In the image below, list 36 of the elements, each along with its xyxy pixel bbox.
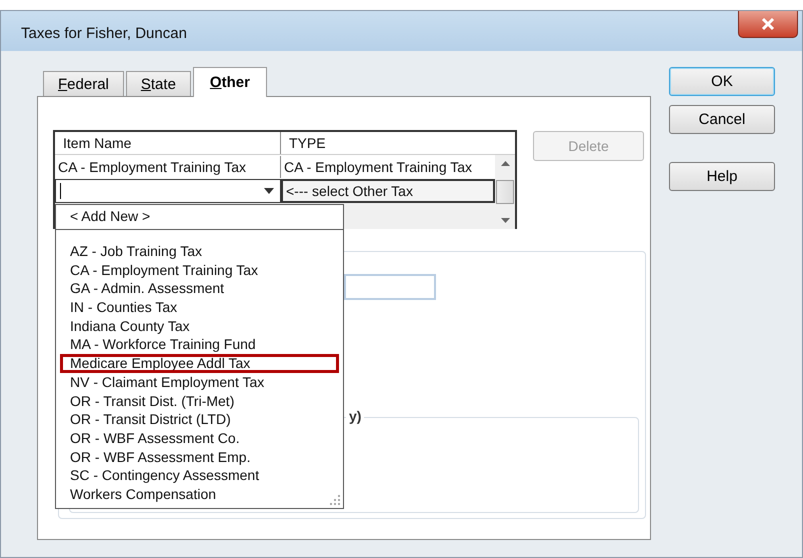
resize-grip-icon	[330, 495, 340, 505]
tab[interactable]: Other	[192, 67, 267, 97]
scroll-bar[interactable]	[495, 155, 515, 229]
window-title: Taxes for Fisher, Duncan	[21, 24, 187, 42]
scroll-down-icon	[500, 218, 510, 223]
dialog-button[interactable]: Help	[669, 162, 775, 191]
dropdown-option[interactable]: AZ - Job Training Tax	[56, 242, 343, 261]
dialog-button[interactable]: OK	[669, 67, 775, 96]
dropdown-option[interactable]: Medicare Employee Addl Tax	[60, 354, 339, 373]
dropdown-option[interactable]: IN - Counties Tax	[56, 298, 343, 317]
close-button[interactable]	[738, 11, 798, 38]
table-cell: CA - Employment Training Tax	[55, 156, 281, 178]
dropdown-option[interactable]: Indiana County Tax	[56, 316, 343, 336]
close-icon	[760, 17, 776, 31]
dropdown-option[interactable]: OR - WBF Assessment Emp.	[56, 448, 343, 466]
table-cell: <--- select Other Tax	[281, 179, 495, 203]
group-legend: y)	[346, 408, 364, 424]
tab[interactable]: State	[126, 71, 191, 96]
column-header: Item Name	[55, 132, 281, 154]
dropdown-option[interactable]: OR - WBF Assessment Co.	[56, 428, 343, 448]
dropdown-option[interactable]: Workers Compensation	[56, 484, 343, 504]
dropdown-option[interactable]: NV - Claimant Employment Tax	[56, 372, 343, 392]
dropdown-option[interactable]: SC - Contingency Assessment	[56, 466, 343, 485]
dropdown-option[interactable]: GA - Admin. Assessment	[56, 279, 343, 298]
tab[interactable]: Federal	[43, 71, 124, 96]
dropdown-option[interactable]: OR - Transit District (LTD)	[56, 410, 343, 429]
dropdown-caret-icon	[264, 188, 274, 194]
item-combo-box[interactable]	[55, 179, 281, 203]
scroll-up-icon	[500, 161, 510, 166]
input-field[interactable]	[344, 274, 436, 300]
dialog-button[interactable]: Cancel	[669, 105, 775, 134]
dropdown-option[interactable]: OR - Transit Dist. (Tri-Met)	[56, 392, 343, 410]
column-header: TYPE	[288, 134, 327, 153]
table-cell-text: CA - Employment Training Tax	[283, 158, 474, 177]
dropdown-option[interactable]: MA - Workforce Training Fund	[56, 335, 343, 354]
dropdown-option[interactable]: CA - Employment Training Tax	[56, 260, 343, 280]
